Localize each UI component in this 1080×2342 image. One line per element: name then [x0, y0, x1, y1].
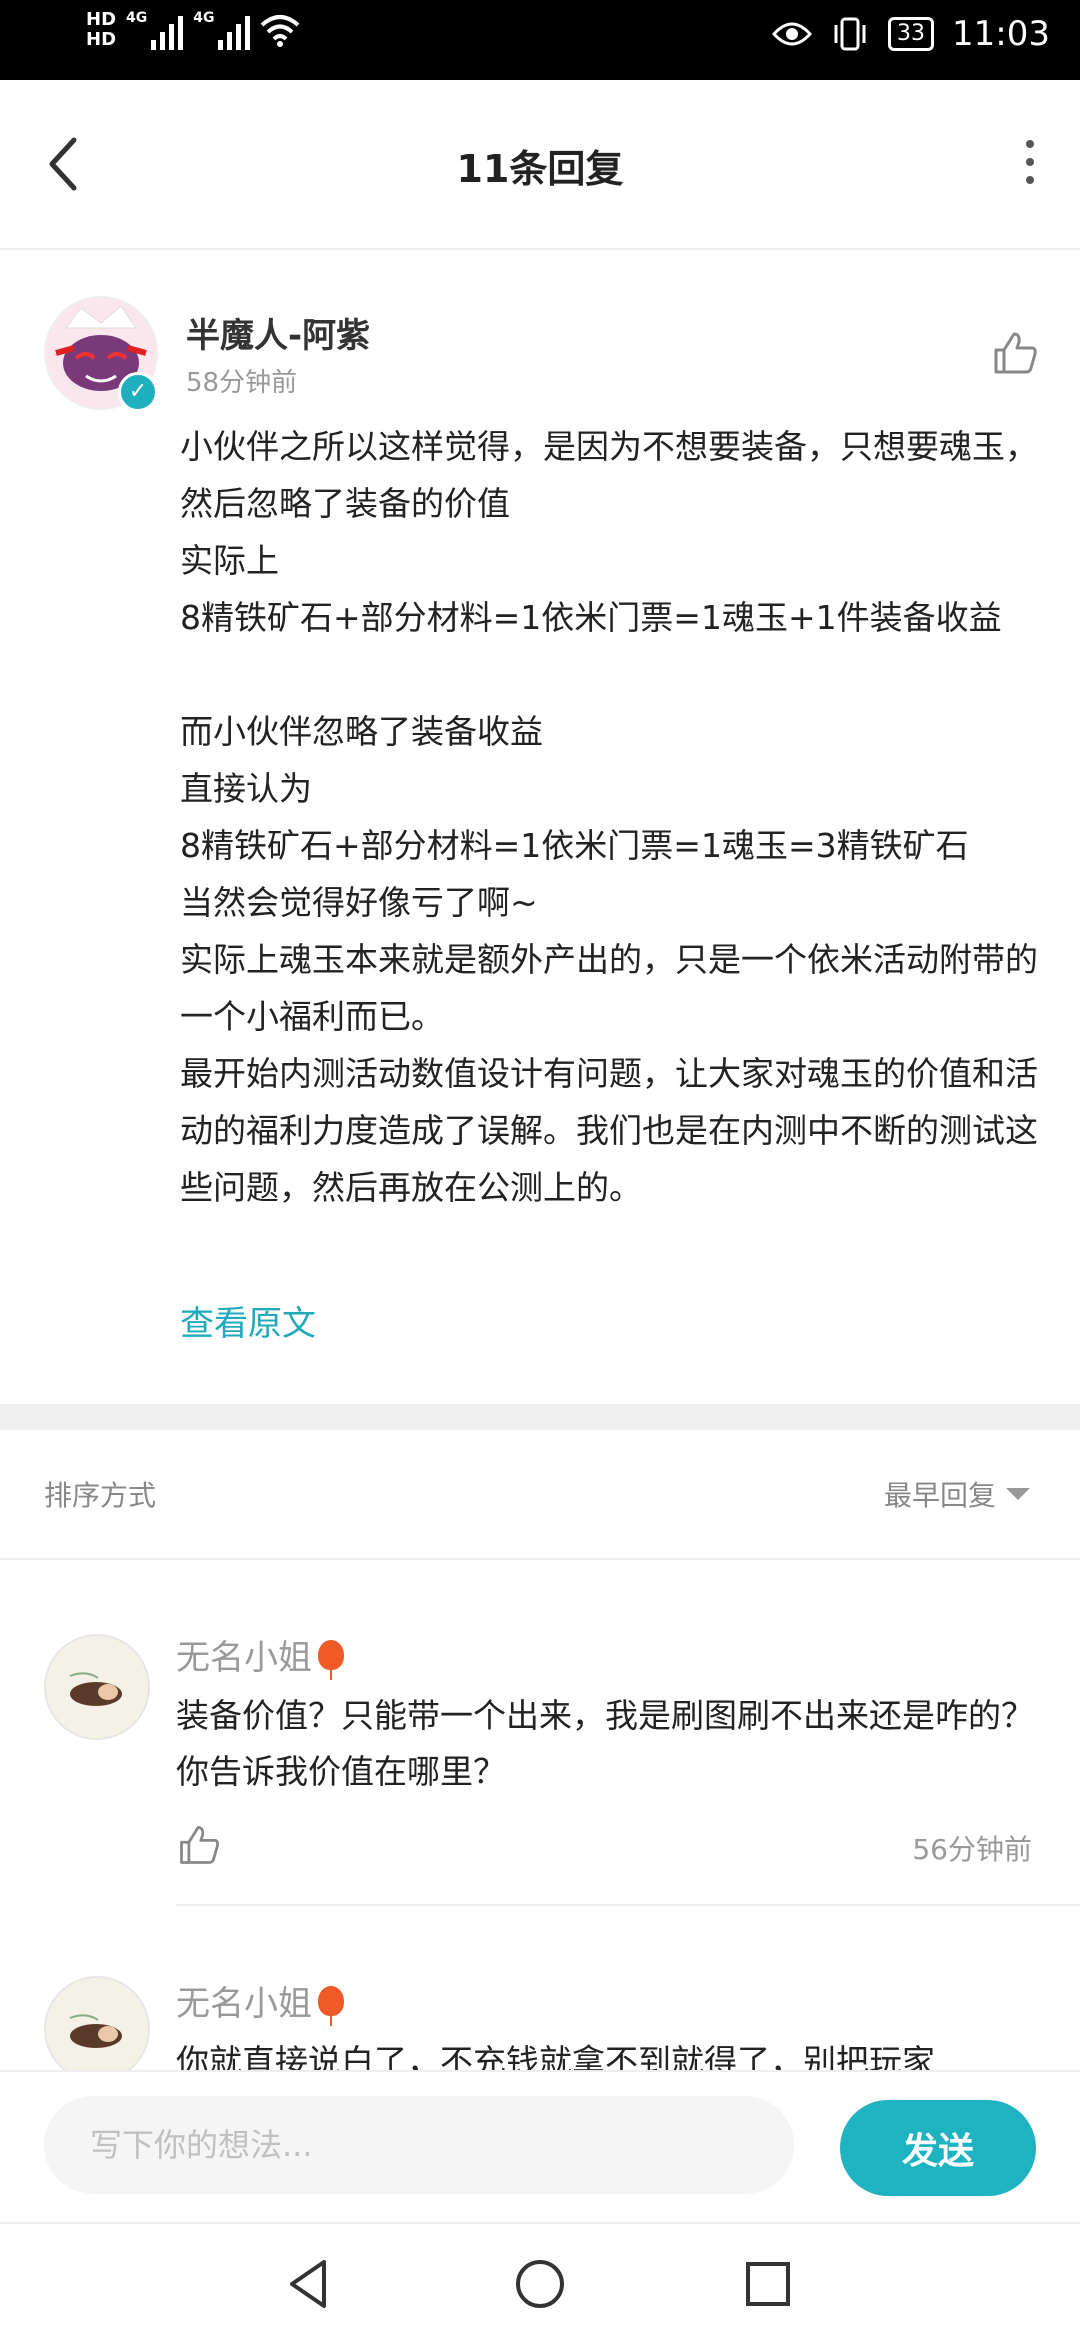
nav-home-icon[interactable]	[510, 2254, 570, 2314]
top-app-bar: 11条回复	[0, 80, 1080, 250]
author-name[interactable]: 半魔人-阿紫	[186, 308, 370, 357]
reply-separator	[176, 1904, 1080, 1906]
reply-item: 无名小姐 你就直接说白了，不充钱就拿不到就得了，别把玩家	[0, 1910, 1080, 2070]
avatar-image	[46, 1978, 148, 2070]
sort-label: 排序方式	[44, 1479, 157, 1512]
post-time: 58分钟前	[186, 368, 298, 398]
status-left: HD HD 4G 4G	[86, 10, 300, 50]
reply-item: 无名小姐 装备价值？只能带一个出来，我是刷图刷不出来还是咋的？你告诉我价值在哪里…	[0, 1560, 1080, 1910]
sort-dropdown[interactable]: 最早回复	[884, 1474, 1030, 1514]
page-title: 11条回复	[456, 147, 624, 191]
comment-input[interactable]	[44, 2096, 794, 2194]
verified-badge-icon: ✓	[118, 372, 158, 412]
comment-composer: 发送	[0, 2070, 1080, 2222]
avatar[interactable]	[44, 1634, 150, 1740]
reply-text: 装备价值？只能带一个出来，我是刷图刷不出来还是咋的？你告诉我价值在哪里？	[176, 1696, 1034, 1791]
status-bar: HD HD 4G 4G 33 11:03	[0, 0, 1080, 80]
caret-down-icon	[1006, 1488, 1030, 1500]
signal-icon: 4G	[193, 10, 251, 50]
reply-author-name: 无名小姐	[176, 1984, 312, 2024]
avatar-image	[46, 1636, 148, 1738]
battery-indicator: 33	[888, 17, 935, 51]
thumbs-up-icon[interactable]	[176, 1822, 222, 1868]
avatar[interactable]	[44, 1976, 150, 2070]
thumbs-up-icon[interactable]	[990, 328, 1040, 378]
signal-icon: 4G	[126, 10, 184, 50]
vibrate-icon	[834, 17, 866, 51]
view-original-link[interactable]: 查看原文	[180, 1296, 316, 1345]
sort-bar: 排序方式 最早回复	[0, 1430, 1080, 1560]
wifi-icon	[261, 15, 300, 47]
clock: 11:03	[952, 14, 1050, 54]
hd-indicator: HD	[86, 9, 117, 30]
comment-body: 小伙伴之所以这样觉得，是因为不想要装备，只想要魂玉，然后忽略了装备的价值 实际上…	[180, 427, 1038, 1207]
reply-text: 你就直接说白了，不充钱就拿不到就得了，别把玩家	[176, 2042, 935, 2070]
hd-indicator: HD	[86, 29, 117, 50]
section-divider	[0, 1404, 1080, 1430]
hd-indicators: HD HD	[86, 10, 116, 50]
balloon-icon	[318, 1639, 344, 1680]
nav-back-icon[interactable]	[280, 2254, 340, 2314]
reply-time: 56分钟前	[912, 1833, 1032, 1866]
system-nav-bar	[0, 2222, 1080, 2342]
reply-author[interactable]: 无名小姐	[176, 1976, 344, 2026]
reply-author[interactable]: 无名小姐	[176, 1630, 344, 1680]
reply-author-name: 无名小姐	[176, 1638, 312, 1678]
eye-icon	[772, 22, 813, 46]
status-right: 33 11:03	[772, 14, 1050, 54]
send-button[interactable]: 发送	[840, 2100, 1036, 2196]
network-type: 4G	[126, 10, 148, 26]
more-options-icon[interactable]	[1020, 140, 1040, 190]
sort-value: 最早回复	[883, 1479, 996, 1512]
main-comment: ✓ 半魔人-阿紫 58分钟前 小伙伴之所以这样觉得，是因为不想要装备，只想要魂玉…	[0, 250, 1080, 1405]
nav-recents-icon[interactable]	[738, 2254, 798, 2314]
balloon-icon	[318, 1985, 344, 2026]
network-type: 4G	[193, 10, 215, 26]
